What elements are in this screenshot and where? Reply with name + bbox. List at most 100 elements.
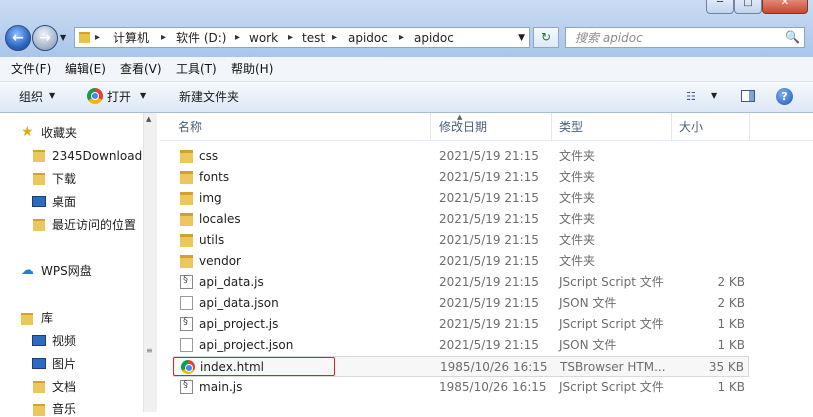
organize-button[interactable]: 组织 [19, 89, 43, 105]
title-bar: ─ □ ✕ ← → ▼ ▸ 计算机 ▸ 软件 (D:) ▸ work ▸ tes… [0, 0, 813, 57]
table-row[interactable]: css 2021/5/19 21:15 文件夹 [173, 146, 749, 167]
file-type: 文件夹 [559, 212, 596, 226]
file-size: 35 KB [708, 360, 744, 374]
folder-icon [79, 32, 90, 43]
breadcrumb-separator[interactable]: ▸ [399, 30, 404, 46]
open-button[interactable]: 打开 [107, 89, 131, 105]
file-type: JScript Script 文件 [559, 275, 664, 289]
nav-item-desktop[interactable]: 桌面 [52, 194, 76, 210]
organize-caret-icon[interactable]: ▼ [49, 91, 55, 100]
file-type: JSON 文件 [559, 296, 617, 310]
view-options-icon[interactable]: ☷ [686, 91, 696, 103]
preview-pane-icon[interactable] [741, 90, 755, 102]
breadcrumb-separator[interactable]: ▸ [161, 30, 166, 46]
breadcrumb-test[interactable]: test [302, 30, 325, 46]
recent-pages-dropdown[interactable]: ▼ [60, 33, 66, 42]
download-folder-icon [33, 173, 45, 185]
maximize-icon: □ [743, 0, 753, 8]
address-bar[interactable]: ▸ 计算机 ▸ 软件 (D:) ▸ work ▸ test ▸ apidoc ▸… [74, 27, 530, 48]
table-row[interactable]: utils 2021/5/19 21:15 文件夹 [173, 230, 749, 251]
folder-icon [180, 213, 193, 226]
column-size[interactable]: 大小 [679, 119, 703, 135]
script-file-icon [180, 274, 193, 289]
nav-wps-drive[interactable]: WPS网盘 [41, 263, 92, 279]
cloud-icon: ☁ [21, 263, 34, 278]
nav-item-music[interactable]: 音乐 [52, 401, 76, 417]
file-date: 2021/5/19 21:15 [439, 233, 539, 247]
chrome-icon [87, 88, 103, 104]
file-name: utils [199, 233, 225, 247]
close-button[interactable]: ✕ [762, 0, 808, 14]
json-file-icon [180, 338, 193, 352]
back-arrow-icon: ← [12, 30, 24, 46]
breadcrumb-apidoc[interactable]: apidoc [348, 30, 388, 46]
minimize-button[interactable]: ─ [706, 0, 734, 14]
forward-button[interactable]: → [32, 25, 58, 51]
table-row[interactable]: api_project.json 2021/5/19 21:15 JSON 文件… [173, 335, 749, 356]
column-date-modified[interactable]: 修改日期 [439, 119, 487, 135]
breadcrumb-separator[interactable]: ▸ [235, 30, 240, 46]
refresh-button[interactable]: ↻ [533, 27, 559, 48]
menu-file[interactable]: 文件(F) [11, 61, 51, 77]
open-caret-icon[interactable]: ▼ [140, 91, 146, 100]
table-row[interactable]: locales 2021/5/19 21:15 文件夹 [173, 209, 749, 230]
table-row[interactable]: img 2021/5/19 21:15 文件夹 [173, 188, 749, 209]
nav-item-videos[interactable]: 视频 [52, 333, 76, 349]
menu-help[interactable]: 帮助(H) [231, 61, 273, 77]
address-history-dropdown[interactable]: ▼ [518, 30, 525, 46]
breadcrumb-separator[interactable]: ▸ [95, 30, 100, 46]
help-icon[interactable]: ? [776, 88, 793, 105]
column-divider[interactable] [671, 113, 672, 140]
file-type: 文件夹 [559, 170, 596, 184]
file-type: 文件夹 [559, 149, 596, 163]
nav-item-documents[interactable]: 文档 [52, 379, 76, 395]
file-date: 2021/5/19 21:15 [439, 296, 539, 310]
breadcrumb-work[interactable]: work [249, 30, 278, 46]
video-icon [32, 335, 46, 346]
file-type: JScript Script 文件 [559, 380, 664, 394]
scroll-grip-icon[interactable]: ≡ [146, 346, 153, 355]
json-file-icon [180, 296, 193, 310]
column-divider[interactable] [430, 113, 431, 140]
navigation-pane: ★ 收藏夹 2345Downloads 下载 桌面 最近访问的位置 ☁ WPS网… [0, 113, 157, 416]
column-divider[interactable] [749, 113, 750, 140]
nav-scrollbar[interactable]: ▲ ≡ [143, 113, 157, 412]
table-row[interactable]: main.js 1985/10/26 16:15 JScript Script … [173, 377, 749, 398]
breadcrumb-separator[interactable]: ▸ [332, 30, 337, 46]
file-date: 2021/5/19 21:15 [439, 275, 539, 289]
menu-tools[interactable]: 工具(T) [176, 61, 217, 77]
menu-view[interactable]: 查看(V) [120, 61, 162, 77]
column-name[interactable]: 名称 [178, 119, 202, 135]
nav-favorites[interactable]: 收藏夹 [41, 125, 77, 141]
menu-bar: 文件(F) 编辑(E) 查看(V) 工具(T) 帮助(H) [0, 57, 813, 82]
scroll-up-icon[interactable]: ▲ [146, 115, 151, 123]
command-bar: 组织 ▼ 打开 ▼ 新建文件夹 ☷ ▼ ? [0, 82, 813, 113]
table-row[interactable]: vendor 2021/5/19 21:15 文件夹 [173, 251, 749, 272]
table-row[interactable]: api_data.json 2021/5/19 21:15 JSON 文件 2 … [173, 293, 749, 314]
breadcrumb-apidoc-current[interactable]: apidoc [414, 30, 454, 46]
breadcrumb-drive-d[interactable]: 软件 (D:) [176, 30, 226, 46]
table-row[interactable]: fonts 2021/5/19 21:15 文件夹 [173, 167, 749, 188]
file-type: 文件夹 [559, 233, 596, 247]
column-type[interactable]: 类型 [559, 119, 583, 135]
file-name: api_data.json [199, 296, 279, 310]
file-name: api_project.json [199, 338, 294, 352]
view-caret-icon[interactable]: ▼ [711, 91, 717, 100]
menu-edit[interactable]: 编辑(E) [65, 61, 106, 77]
nav-libraries[interactable]: 库 [41, 310, 53, 326]
column-divider[interactable] [551, 113, 552, 140]
breadcrumb-separator[interactable]: ▸ [288, 30, 293, 46]
new-folder-button[interactable]: 新建文件夹 [179, 89, 239, 105]
file-name: css [199, 149, 219, 163]
nav-item-pictures[interactable]: 图片 [52, 356, 76, 372]
search-icon[interactable]: 🔍 [785, 29, 800, 45]
nav-item-2345downloads[interactable]: 2345Downloads [52, 148, 142, 164]
breadcrumb-computer[interactable]: 计算机 [113, 30, 149, 46]
table-row[interactable]: api_project.js 2021/5/19 21:15 JScript S… [173, 314, 749, 335]
table-row[interactable]: api_data.js 2021/5/19 21:15 JScript Scri… [173, 272, 749, 293]
nav-item-recent[interactable]: 最近访问的位置 [52, 217, 136, 233]
maximize-button[interactable]: □ [734, 0, 762, 14]
nav-item-downloads[interactable]: 下载 [52, 171, 76, 187]
back-button[interactable]: ← [5, 25, 31, 51]
search-input[interactable]: 搜索 apidoc 🔍 [565, 27, 805, 48]
